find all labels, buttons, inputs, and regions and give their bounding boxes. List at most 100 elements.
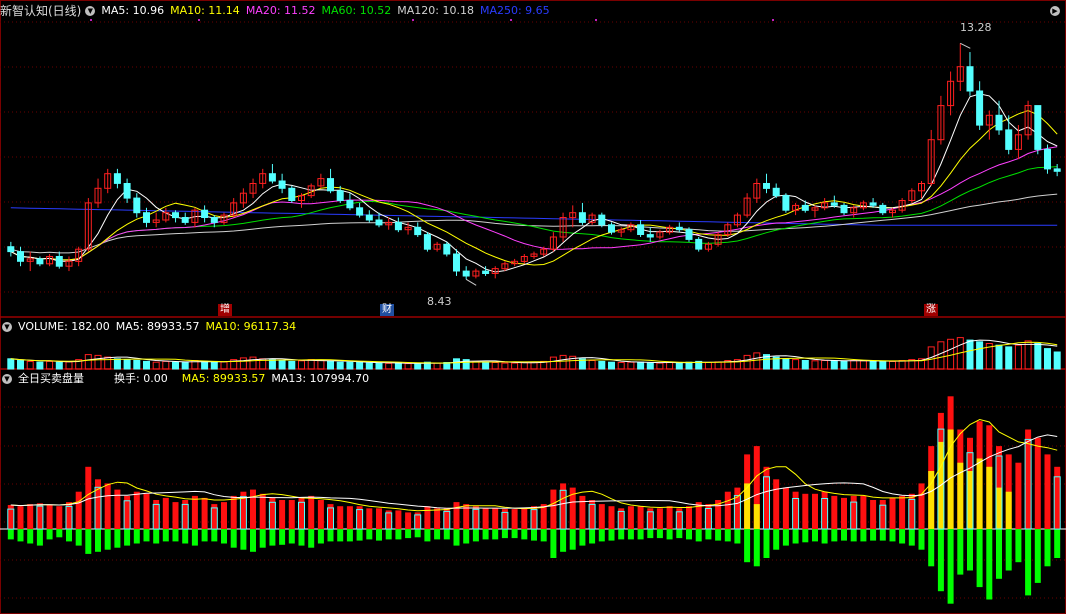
candle-body xyxy=(830,202,838,206)
sell-bar xyxy=(715,529,722,541)
sell-bar xyxy=(511,529,518,539)
volume-bar xyxy=(288,360,296,370)
volume-bar xyxy=(646,362,654,370)
chevron-down-icon[interactable]: ▼ xyxy=(2,374,12,384)
buy-bar xyxy=(1054,466,1061,529)
low-leader xyxy=(465,278,477,286)
buy-bar xyxy=(201,497,208,529)
sell-bar xyxy=(172,529,179,542)
sell-bar xyxy=(424,529,431,542)
sell-bar xyxy=(104,529,111,550)
candle-body xyxy=(143,212,150,223)
buy-bar xyxy=(782,487,789,530)
large-order-bar xyxy=(753,504,760,529)
volume-bar xyxy=(1024,340,1032,370)
marker-cai[interactable]: 财 xyxy=(380,304,394,316)
sell-bar xyxy=(589,529,596,544)
candle-body xyxy=(113,173,121,184)
flow-ma5: MA5: 89933.57 xyxy=(181,372,266,385)
volume-bar xyxy=(889,361,896,370)
ma20-line xyxy=(10,146,1058,261)
scroll-right-icon[interactable]: ▶ xyxy=(1050,6,1060,16)
sell-bar xyxy=(986,529,993,600)
flow-header: ▼ 全日买卖盘量 换手: 0.00 MA5: 89933.57 MA13: 10… xyxy=(0,371,375,387)
sell-bar xyxy=(531,529,537,541)
candle-body xyxy=(268,173,276,182)
sell-bar xyxy=(637,529,644,540)
volume-bar xyxy=(617,362,625,370)
candle-body xyxy=(55,256,63,267)
volume-ma5-line xyxy=(10,339,1058,364)
sell-bar xyxy=(182,529,189,544)
volume-bar xyxy=(143,360,150,370)
sell-bar xyxy=(46,529,53,540)
sell-bar xyxy=(492,529,499,540)
buy-bar xyxy=(317,500,324,529)
sell-bar xyxy=(850,529,857,542)
volume-bar xyxy=(549,356,557,370)
candle-body xyxy=(327,178,334,192)
candle-body xyxy=(482,270,490,275)
volume-bar xyxy=(133,360,141,370)
signal-dot xyxy=(198,19,200,21)
candle-body xyxy=(7,246,15,253)
sell-bar xyxy=(724,529,731,542)
marker-zhang[interactable]: 涨 xyxy=(924,304,938,316)
candle-body xyxy=(36,258,44,265)
volume-bar xyxy=(840,360,848,370)
turnover-value: 换手: 0.00 xyxy=(114,372,168,385)
low-price-label: 8.43 xyxy=(427,295,452,308)
buy-bar xyxy=(143,493,150,530)
candle-body xyxy=(172,212,179,219)
sell-bar xyxy=(918,529,925,550)
sell-bar xyxy=(841,529,847,541)
sell-bar xyxy=(928,529,935,567)
candle-body xyxy=(181,217,189,223)
volume-bar xyxy=(1044,348,1051,370)
buy-bar xyxy=(666,506,673,529)
signal-dot xyxy=(595,19,597,21)
volume-bar xyxy=(356,362,364,370)
buy-bar xyxy=(821,491,828,529)
buy-bar xyxy=(889,497,896,529)
buy-bar xyxy=(104,483,111,529)
volume-bar xyxy=(201,360,209,370)
buy-bar xyxy=(860,495,867,530)
candle-body xyxy=(782,195,790,211)
sell-bar xyxy=(405,529,412,539)
buy-bar xyxy=(521,508,528,529)
sell-bar xyxy=(317,529,324,544)
chart-canvas xyxy=(0,0,1066,614)
volume-bar xyxy=(608,361,615,370)
volume-bar xyxy=(743,354,751,370)
volume-bar xyxy=(113,358,121,370)
chevron-down-icon[interactable]: ▼ xyxy=(85,6,96,16)
sell-bar xyxy=(385,529,392,540)
large-order-bar xyxy=(976,458,983,529)
buy-bar xyxy=(395,510,402,530)
volume-bar xyxy=(598,360,606,370)
candle-body xyxy=(598,214,606,226)
buy-bar xyxy=(221,502,227,530)
candle-body xyxy=(1005,129,1013,150)
volume-bar xyxy=(830,360,838,370)
volume-bar xyxy=(7,358,15,370)
sell-bar xyxy=(482,529,489,540)
buy-bar xyxy=(288,500,295,529)
sell-bar xyxy=(579,529,586,546)
sell-bar xyxy=(802,529,809,543)
ma250-value: MA250: 9.65 xyxy=(479,4,550,17)
buy-bar xyxy=(850,495,857,530)
sell-bar xyxy=(1044,529,1051,567)
sell-bar xyxy=(162,529,169,542)
candle-body xyxy=(608,224,615,233)
sell-bar xyxy=(279,529,286,545)
marker-zeng[interactable]: 增 xyxy=(218,304,232,316)
buy-bar xyxy=(376,508,382,529)
sell-bar xyxy=(56,529,63,538)
sell-bar xyxy=(773,529,780,550)
sell-bar xyxy=(996,529,1002,579)
volume-bar xyxy=(84,354,92,370)
sell-bar xyxy=(1034,529,1041,583)
chevron-down-icon[interactable]: ▼ xyxy=(2,322,12,332)
